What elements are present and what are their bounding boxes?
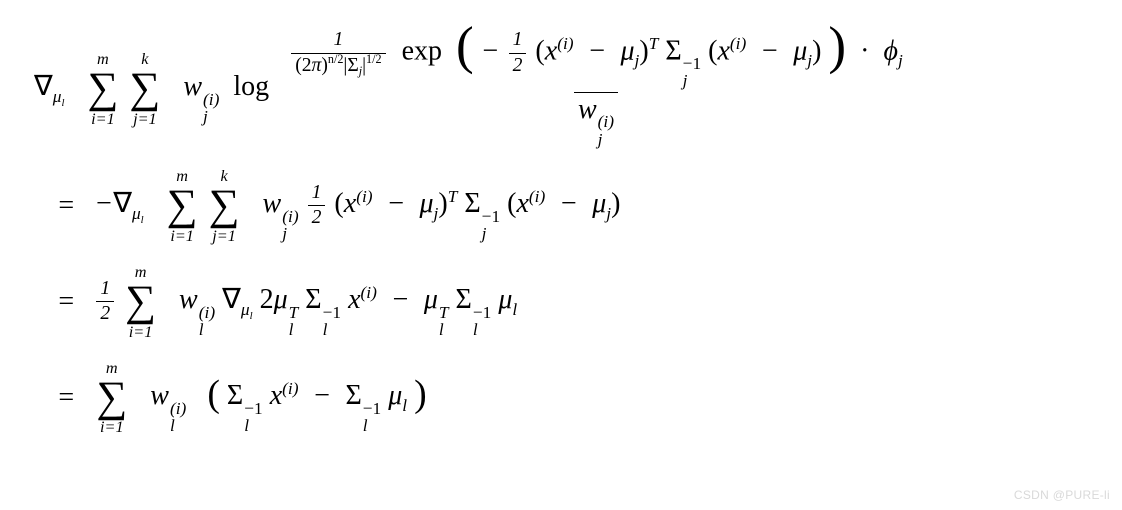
sigma-icon: ∑ [87,67,118,110]
sigma-icon: ∑ [96,376,127,419]
align-left-3 [30,350,42,446]
sigma-icon: ∑ [125,280,156,323]
align-left-2 [30,254,42,350]
one-half: 1 2 [308,183,326,229]
equals-1: = [42,158,90,254]
nabla-symbol: ∇ [113,188,132,219]
equation-line-0: ∇μl m ∑ i=1 k ∑ j=1 w(i)j log 1 (2π)n/2|… [30,20,913,158]
equals-3: = [42,350,90,446]
sum-i: m ∑ i=1 [167,168,198,244]
sigma-icon: ∑ [209,184,240,227]
big-fraction: 1 (2π)n/2|Σj|1/2 exp ( − 1 2 (x(i) − μj)… [285,30,907,148]
sum-j: k ∑ j=1 [129,51,160,127]
sum-i: m ∑ i=1 [125,264,156,340]
nabla-symbol: ∇ [222,284,241,315]
equation-line-2: 1 2 m ∑ i=1 w(i)l ∇μl 2μTl Σ−1l x(i) − μ… [90,254,912,350]
equation-line-1: −∇μl m ∑ i=1 k ∑ j=1 w(i)j 1 2 (x(i) − μ… [90,158,912,254]
sigma-icon: ∑ [129,67,160,110]
normalizer-fraction: 1 (2π)n/2|Σj|1/2 [291,30,385,76]
one-half: 1 2 [96,279,114,325]
nabla-symbol: ∇ [34,71,53,102]
equation-align: ∇μl m ∑ i=1 k ∑ j=1 w(i)j log 1 (2π)n/2|… [30,20,913,446]
equation-derivation: ∇μl m ∑ i=1 k ∑ j=1 w(i)j log 1 (2π)n/2|… [0,0,1122,446]
equals-2: = [42,254,90,350]
sum-i: m ∑ i=1 [96,360,127,436]
sum-j: k ∑ j=1 [209,168,240,244]
watermark: CSDN @PURE-li [1014,488,1110,502]
one-half: 1 2 [509,30,527,76]
equation-line-3: m ∑ i=1 w(i)l ( Σ−1l x(i) − Σ−1l μl ) [90,350,912,446]
sigma-icon: ∑ [167,184,198,227]
align-left-1 [30,158,42,254]
sum-i: m ∑ i=1 [87,51,118,127]
